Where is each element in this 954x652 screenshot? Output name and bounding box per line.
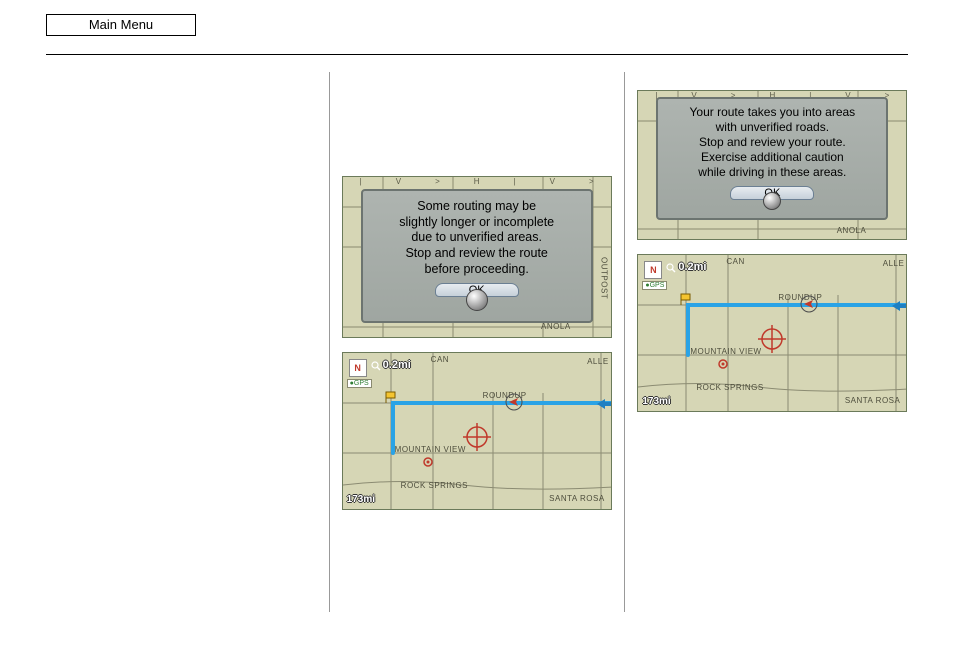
ok-dial-icon (466, 289, 488, 311)
column-right: |V>H|V> ANOLA Your route takes you into … (625, 72, 908, 612)
column-left (46, 72, 329, 612)
route-map-off: N ●GPS 0.2mi 173mi MOUNTAIN VIEW ROCK SP… (342, 352, 612, 510)
caution-line: Exercise additional caution (662, 150, 882, 165)
caution-modal-on: Your route takes you into areas with unv… (656, 97, 888, 220)
gps-indicator: ●GPS (642, 281, 667, 290)
label-rock-springs: ROCK SPRINGS (696, 383, 763, 392)
crosshair-icon (758, 325, 786, 353)
waypoint-flag-icon (680, 293, 692, 305)
caution-line: due to unverified areas. (369, 230, 585, 246)
caution-screen-off: |V>H|V> OUTPOST ANOLA Some routing may b… (342, 176, 612, 338)
destination-pin-icon (423, 457, 433, 467)
label-anola-a: ANOLA (541, 322, 571, 331)
caution-line: Stop and review your route. (662, 135, 882, 150)
route-entry-arrow-icon (597, 399, 612, 409)
ok-button[interactable]: OK (730, 186, 814, 210)
page-columns: |V>H|V> OUTPOST ANOLA Some routing may b… (46, 72, 908, 612)
crosshair-icon (463, 423, 491, 451)
vehicle-icon (800, 295, 818, 313)
caution-line: with unverified roads. (662, 120, 882, 135)
compass-icon[interactable]: N (644, 261, 662, 279)
header-divider (46, 54, 908, 55)
destination-pin-icon (718, 359, 728, 369)
caution-screen-on: |V>H|V> ANOLA Your route takes you into … (637, 90, 907, 240)
label-anola-b: ANOLA (837, 226, 867, 235)
zoom-icon[interactable] (666, 263, 676, 273)
route-map-on: N ●GPS 0.2mi 173mi MOUNTAIN VIEW ROCK SP… (637, 254, 907, 412)
zoom-icon[interactable] (371, 361, 381, 371)
label-mountain-view: MOUNTAIN VIEW (395, 445, 466, 454)
waypoint-flag-icon (385, 391, 397, 403)
caution-line: before proceeding. (369, 262, 585, 278)
odometer: 173mi (642, 396, 670, 407)
vehicle-icon (505, 393, 523, 411)
caution-line: while driving in these areas. (662, 165, 882, 180)
label-outpost: OUTPOST (600, 257, 609, 299)
label-mountain-view: MOUNTAIN VIEW (690, 347, 761, 356)
label-can: CAN (431, 355, 449, 364)
caution-modal-off: Some routing may be slightly longer or i… (361, 189, 593, 323)
map-top-ticks: |V>H|V> (343, 177, 611, 187)
label-alle: ALLE (883, 259, 905, 268)
label-santa-rosa: SANTA ROSA (549, 494, 605, 503)
odometer: 173mi (347, 494, 375, 505)
map-scale[interactable]: 0.2mi (678, 261, 706, 273)
label-rock-springs: ROCK SPRINGS (401, 481, 468, 490)
caution-line: Some routing may be (369, 199, 585, 215)
route-entry-arrow-icon (892, 301, 907, 311)
ok-button[interactable]: OK (435, 283, 519, 311)
caution-line: slightly longer or incomplete (369, 215, 585, 231)
label-alle: ALLE (587, 357, 609, 366)
ok-dial-icon (763, 192, 781, 210)
column-middle: |V>H|V> OUTPOST ANOLA Some routing may b… (329, 72, 626, 612)
caution-line: Stop and review the route (369, 246, 585, 262)
caution-line: Your route takes you into areas (662, 105, 882, 120)
label-can: CAN (726, 257, 744, 266)
main-menu-button[interactable]: Main Menu (46, 14, 196, 36)
compass-icon[interactable]: N (349, 359, 367, 377)
label-santa-rosa: SANTA ROSA (845, 396, 901, 405)
gps-indicator: ●GPS (347, 379, 372, 388)
map-scale[interactable]: 0.2mi (383, 359, 411, 371)
